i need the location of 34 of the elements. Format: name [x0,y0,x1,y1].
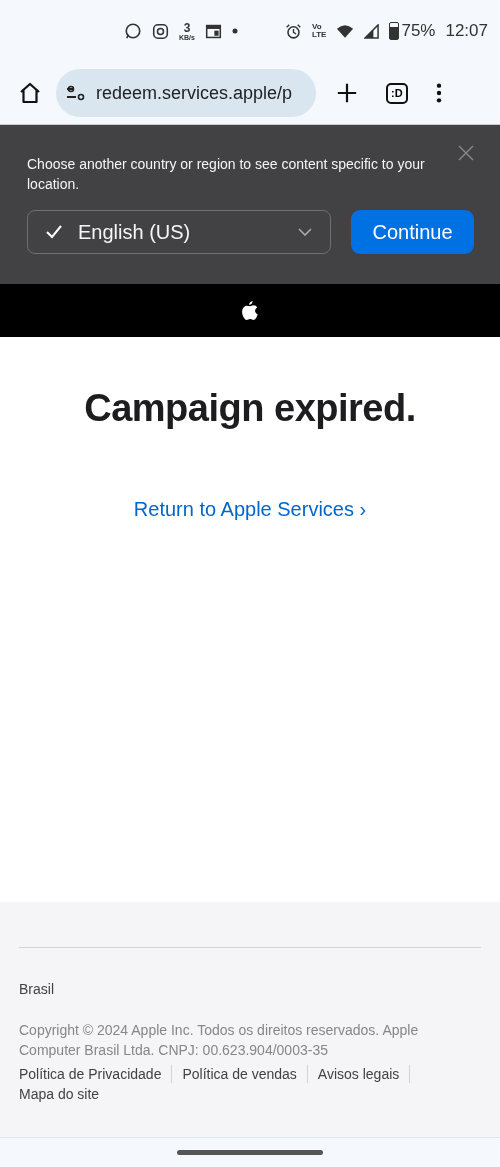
footer-link[interactable]: Avisos legais [317,1064,400,1084]
language-select[interactable]: English (US) [27,210,331,254]
apple-logo-icon[interactable] [241,300,259,321]
return-link[interactable]: Return to Apple Services › [133,498,367,521]
home-icon[interactable] [18,81,42,105]
alarm-icon [284,22,302,40]
camera-icon [152,22,169,40]
menu-icon[interactable] [435,82,442,104]
banner-message: Choose another country or region to see content specific to your location. [27,155,426,194]
close-icon[interactable] [458,145,474,161]
page-heading: Campaign expired. [84,387,416,430]
new-tab-icon[interactable] [336,82,358,104]
network-label: LTE [311,31,327,39]
footer-link[interactable]: Política de vendas [182,1064,297,1084]
footer-link[interactable]: Mapa do site [19,1084,100,1104]
copyright-text: Copyright © 2024 Apple Inc. Todos os direitos reservados. Apple Computer Brasil Ltda. CNPJ: 00.623.904/0003-35 [19,1021,420,1060]
wifi-icon [336,23,355,39]
country-label: Brasil [19,981,55,997]
tab-switcher-button[interactable]: :D [386,82,408,104]
clock: 12:07 [445,21,488,41]
gesture-handle[interactable] [177,1150,323,1155]
battery-icon [389,22,400,40]
chevron-down-icon [298,228,312,236]
network-label: Vo [311,23,323,31]
footer-link[interactable]: Política de Privacidade [19,1064,162,1084]
url-text: redeem.services.apple/p [96,82,293,104]
continue-button[interactable]: Continue [351,210,474,254]
site-settings-icon[interactable] [66,85,86,101]
battery-percent: 75% [401,21,436,41]
address-bar[interactable]: redeem.services.apple/p [56,69,316,117]
dot-icon [231,28,238,34]
calendar-icon [204,22,222,40]
signal-icon [364,23,380,39]
speed-value: 3 [183,21,191,34]
